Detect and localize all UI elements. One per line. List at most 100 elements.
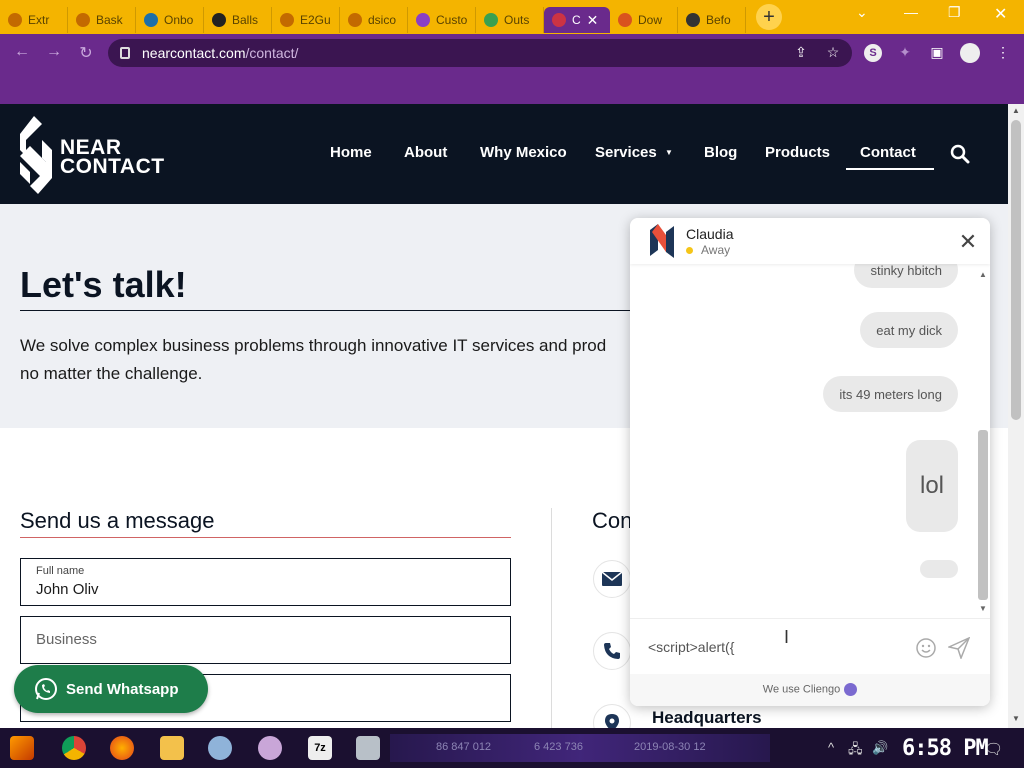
taskbar-faint-text: 86 847 012 (436, 741, 492, 753)
chat-message (920, 560, 958, 578)
windows-taskbar: 7z 86 847 012 6 423 736 2019-08-30 12 ^ … (0, 728, 1024, 768)
close-chat-icon[interactable]: ✕ (958, 231, 978, 253)
browser-tab[interactable]: Custo (408, 7, 476, 33)
phone-icon (604, 643, 620, 659)
nav-contact[interactable]: Contact (860, 144, 916, 161)
terminal-icon (212, 13, 226, 27)
back-icon[interactable]: ← (6, 43, 38, 61)
chat-composer: <script>alert({ I (630, 618, 990, 674)
send-whatsapp-button[interactable]: Send Whatsapp (14, 665, 208, 713)
close-window-icon[interactable]: ✕ (994, 4, 1007, 24)
new-tab-button[interactable]: + (756, 4, 782, 30)
bookmark-star-icon[interactable]: ☆ (824, 44, 842, 62)
scroll-up-icon[interactable]: ▲ (1012, 106, 1020, 115)
chat-message: stinky hbitch (854, 264, 958, 288)
chat-scroll-up-icon[interactable]: ▲ (979, 270, 987, 279)
notifications-icon[interactable]: 🗨 (984, 740, 1003, 758)
contact-heading: Con (592, 508, 633, 533)
image-viewer-icon[interactable] (356, 736, 380, 760)
network-icon[interactable]: 🖧 (848, 740, 863, 762)
headquarters-label: Headquarters (652, 708, 762, 727)
chat-message-input[interactable]: <script>alert({ (648, 639, 734, 655)
reload-icon[interactable]: ↻ (70, 43, 102, 63)
nav-home[interactable]: Home (330, 144, 372, 161)
share-icon[interactable]: ⇪ (792, 44, 810, 62)
tab-title: C (572, 13, 581, 27)
browser-tab[interactable]: E2Gu (272, 7, 340, 33)
browser-tab[interactable]: Befo (678, 7, 746, 33)
search-icon[interactable] (950, 144, 970, 164)
hero-line-1: We solve complex business problems throu… (20, 336, 607, 355)
shield-icon (686, 13, 700, 27)
tab-title: Custo (436, 13, 468, 27)
tab-title: Outs (504, 13, 530, 27)
search-icon (484, 13, 498, 27)
page-scroll-thumb[interactable] (1011, 120, 1021, 420)
nav-why-mexico[interactable]: Why Mexico (480, 144, 567, 161)
scroll-down-icon[interactable]: ▼ (1012, 714, 1020, 723)
7zip-icon[interactable]: 7z (308, 736, 332, 760)
tab-title: E2Gu (300, 13, 331, 27)
browser-bookmark-bar (0, 72, 1024, 104)
browser-tab[interactable]: C ✕ (544, 7, 610, 33)
taskbar-clock[interactable]: 6:58 PM (902, 736, 989, 761)
address-bar[interactable]: nearcontact.com/contact/ (108, 39, 852, 67)
palette-app-icon[interactable] (258, 736, 282, 760)
envelope-icon (602, 572, 622, 586)
tab-title: dsico (368, 13, 397, 27)
page-scrollbar[interactable]: ▲ ▼ (1008, 104, 1024, 728)
tab-search-icon[interactable]: ⌄ (856, 4, 868, 21)
browser-tab[interactable]: Dow (610, 7, 678, 33)
paint-icon[interactable] (208, 736, 232, 760)
tab-list: Extr Bask Onbo Balls E2Gu dsico Custo Outs C ✕ Dow… (0, 1, 746, 33)
taskbar-faint-text: 2019-08-30 12 (634, 741, 706, 753)
url-host: nearcontact.com (142, 45, 246, 61)
volume-icon[interactable]: 🔊 (872, 740, 888, 756)
nav-services[interactable]: Services (595, 144, 657, 161)
browser-tab[interactable]: Onbo (136, 7, 204, 33)
emoji-icon[interactable] (916, 638, 936, 658)
nav-products[interactable]: Products (765, 144, 830, 161)
nav-about[interactable]: About (404, 144, 447, 161)
minimize-icon[interactable]: — (904, 4, 918, 20)
logo-text[interactable]: NEAR CONTACT (60, 137, 165, 177)
chat-message: its 49 meters long (823, 376, 958, 412)
extension-s-icon[interactable]: S (864, 44, 882, 62)
tab-title: Extr (28, 13, 50, 27)
menu-kebab-icon[interactable]: ⋮ (994, 44, 1012, 62)
profile-avatar-icon[interactable] (960, 43, 980, 63)
nav-blog[interactable]: Blog (704, 144, 737, 161)
title-rule (20, 310, 640, 311)
forward-icon[interactable]: → (38, 43, 70, 61)
file-explorer-icon[interactable] (160, 736, 184, 760)
browser-tab[interactable]: Extr (0, 7, 68, 33)
send-message-heading: Send us a message (20, 508, 215, 533)
chat-scroll-thumb[interactable] (978, 430, 988, 600)
sidepanel-icon[interactable]: ▣ (928, 44, 946, 62)
browser-tab[interactable]: Outs (476, 7, 544, 33)
maximize-icon[interactable]: ❐ (948, 4, 961, 21)
close-tab-icon[interactable]: ✕ (587, 12, 599, 29)
extensions-puzzle-icon[interactable]: ✦ (896, 44, 914, 62)
powered-by-footer[interactable]: We use Cliengo (630, 674, 990, 706)
firefox-icon[interactable] (110, 736, 134, 760)
business-field[interactable]: Business (20, 616, 511, 664)
browser-tab[interactable]: Balls (204, 7, 272, 33)
business-placeholder[interactable]: Business (36, 631, 97, 648)
chat-scrollbar[interactable]: ▲ ▼ (976, 268, 990, 618)
cliengo-logo-icon (844, 683, 858, 696)
start-button-icon[interactable] (10, 736, 34, 760)
send-icon[interactable] (948, 637, 970, 659)
fullname-value[interactable]: John Oliv (36, 581, 99, 598)
chrome-icon[interactable] (62, 736, 86, 760)
chat-scroll-down-icon[interactable]: ▼ (979, 604, 987, 613)
page-title: Let's talk! (20, 264, 187, 305)
services-dropdown-icon[interactable]: ▼ (665, 148, 673, 157)
browser-tab[interactable]: Bask (68, 7, 136, 33)
nearcontact-logo-icon[interactable] (20, 116, 52, 194)
fullname-field[interactable]: Full name John Oliv (20, 558, 511, 606)
brave-icon (618, 13, 632, 27)
browser-tab[interactable]: dsico (340, 7, 408, 33)
nearcontact-icon (552, 13, 566, 27)
tray-chevron-icon[interactable]: ^ (828, 740, 834, 755)
